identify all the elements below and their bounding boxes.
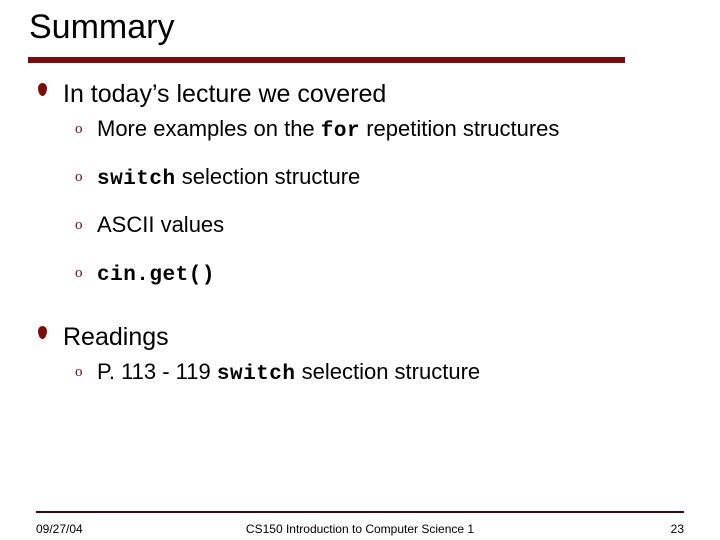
section-heading-label: In today’s lecture we covered — [63, 80, 387, 108]
footer-page-number: 23 — [670, 522, 684, 536]
text-run: repetition structures — [360, 116, 560, 141]
list-item: o switch selection structure — [0, 160, 720, 208]
title-underline-rule — [28, 57, 625, 63]
sub-bullet-list: o More examples on the for repetition st… — [0, 112, 720, 304]
sub-bullet-list: o P. 113 - 119 switch selection structur… — [0, 355, 720, 403]
code-run: switch — [216, 363, 296, 386]
footer-divider — [36, 511, 684, 513]
list-item-label: P. 113 - 119 switch selection structure — [88, 355, 480, 392]
text-run: selection structure — [295, 359, 481, 384]
droplet-bullet-icon — [36, 326, 52, 358]
circle-o-bullet-icon: o — [75, 217, 83, 233]
code-run: cin.get() — [97, 264, 215, 287]
slide: Summary In today’s lecture we covered o … — [0, 0, 720, 540]
text-run: P. 113 - 119 — [97, 359, 217, 384]
bullet-section-heading: In today’s lecture we covered — [0, 78, 720, 110]
list-item: o P. 113 - 119 switch selection structur… — [0, 355, 720, 403]
text-run: ASCII values — [97, 212, 225, 237]
list-item-label: cin.get() — [88, 256, 215, 293]
text-run: selection structure — [175, 164, 361, 189]
list-item: o ASCII values — [0, 208, 720, 256]
slide-body: In today’s lecture we covered o More exa… — [0, 78, 720, 403]
section-heading-label: Readings — [63, 323, 169, 351]
list-item-label: ASCII values — [88, 208, 224, 242]
circle-o-bullet-icon: o — [75, 265, 83, 281]
droplet-bullet-icon — [36, 83, 52, 115]
list-item: o More examples on the for repetition st… — [0, 112, 720, 160]
circle-o-bullet-icon: o — [75, 121, 83, 137]
circle-o-bullet-icon: o — [75, 364, 83, 380]
code-run: switch — [97, 168, 176, 191]
list-item-label: switch selection structure — [88, 160, 360, 197]
circle-o-bullet-icon: o — [75, 169, 83, 185]
page-title: Summary — [29, 8, 175, 46]
bullet-section-heading: Readings — [0, 321, 720, 353]
list-item-label: More examples on the for repetition stru… — [88, 112, 559, 149]
text-run: More examples on the — [97, 116, 321, 141]
footer-course-title: CS150 Introduction to Computer Science 1 — [245, 522, 475, 536]
footer: 09/27/04 CS150 Introduction to Computer … — [36, 521, 684, 537]
code-run: for — [320, 120, 361, 143]
list-item: o cin.get() — [0, 256, 720, 304]
